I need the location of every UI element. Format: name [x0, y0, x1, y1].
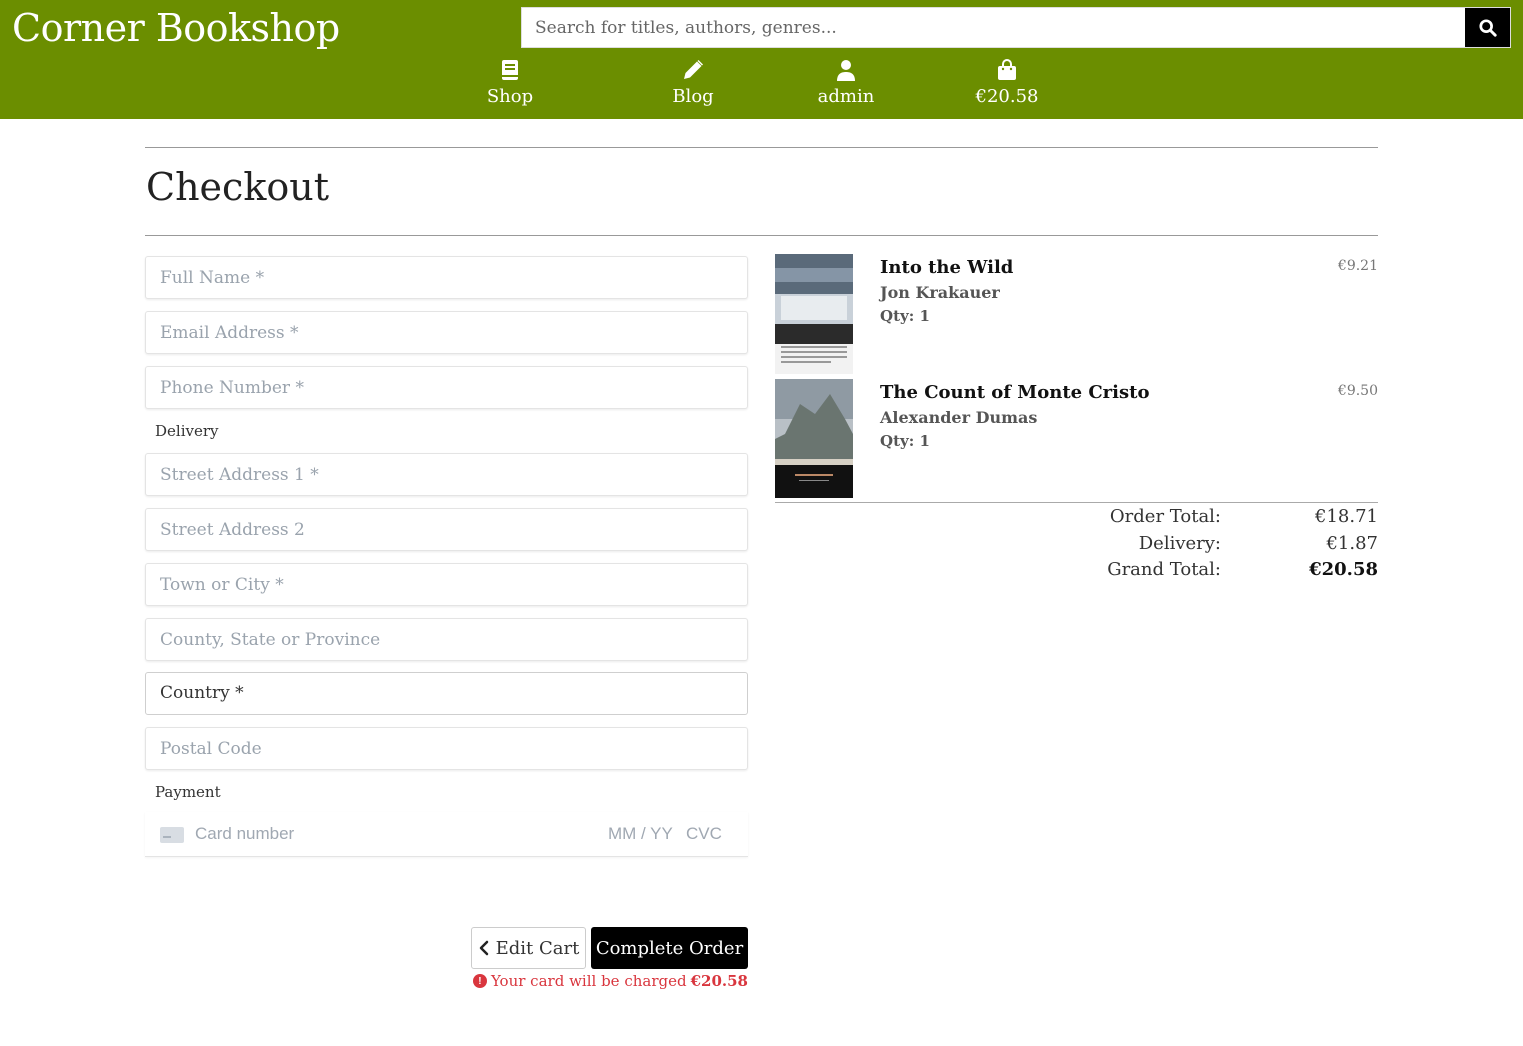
item-qty: Qty: 1	[880, 307, 930, 325]
country-select[interactable]: Country *	[145, 672, 748, 715]
item-qty: Qty: 1	[880, 432, 930, 450]
email-input[interactable]	[146, 312, 747, 353]
edit-cart-label: Edit Cart	[495, 937, 580, 959]
town-input[interactable]	[146, 564, 747, 605]
user-icon	[786, 58, 906, 84]
summary-divider	[775, 502, 1378, 503]
edit-cart-button[interactable]: Edit Cart	[471, 927, 586, 969]
book-cover-count-of-monte-cristo[interactable]	[775, 379, 853, 498]
charge-notice: ! Your card will be charged €20.58	[472, 972, 748, 990]
complete-order-button[interactable]: Complete Order	[591, 927, 748, 969]
book-icon	[450, 58, 570, 84]
pencil-icon	[633, 58, 753, 84]
search-button[interactable]	[1465, 8, 1510, 47]
page-title: Checkout	[146, 165, 329, 209]
charge-amount: €20.58	[690, 972, 748, 990]
nav-account-label: admin	[817, 86, 875, 107]
card-expiry-placeholder: MM / YY	[608, 824, 673, 843]
street2-field	[145, 508, 748, 551]
order-total-label: Order Total:	[1109, 506, 1221, 527]
street1-input[interactable]	[146, 454, 747, 495]
divider-top	[145, 147, 1378, 148]
chevron-left-icon	[479, 940, 488, 956]
nav-cart[interactable]: €20.58	[947, 58, 1067, 107]
item-author: Alexander Dumas	[880, 408, 1038, 427]
site-header: Corner Bookshop Shop Blog admin €20.5	[0, 0, 1523, 119]
search-input[interactable]	[522, 8, 1466, 47]
item-price: €9.50	[1337, 383, 1378, 399]
street2-input[interactable]	[146, 509, 747, 550]
grand-total-label: Grand Total:	[1107, 559, 1221, 580]
card-element[interactable]: Card number MM / YY CVC	[145, 812, 748, 857]
item-title: The Count of Monte Cristo	[880, 382, 1150, 403]
grand-total-value: €20.58	[1309, 559, 1378, 580]
county-field	[145, 618, 748, 661]
exclamation-icon: !	[472, 974, 487, 988]
county-input[interactable]	[146, 619, 747, 660]
search-icon	[1478, 18, 1497, 37]
postcode-input[interactable]	[146, 728, 747, 769]
payment-label: Payment	[155, 783, 221, 801]
charge-text: Your card will be charged	[490, 972, 687, 990]
postcode-field	[145, 727, 748, 770]
brand-logo[interactable]: Corner Bookshop	[12, 6, 340, 50]
book-cover-into-the-wild[interactable]	[775, 254, 853, 374]
nav-blog[interactable]: Blog	[633, 58, 753, 107]
complete-order-label: Complete Order	[595, 937, 744, 959]
item-title: Into the Wild	[880, 257, 1014, 278]
nav-shop[interactable]: Shop	[450, 58, 570, 107]
town-field	[145, 563, 748, 606]
nav-account[interactable]: admin	[786, 58, 906, 107]
full-name-field	[145, 256, 748, 299]
email-field	[145, 311, 748, 354]
nav-cart-total: €20.58	[975, 86, 1039, 107]
card-cvc-placeholder: CVC	[686, 824, 722, 843]
phone-input[interactable]	[146, 367, 747, 408]
shopping-bag-icon	[947, 58, 1067, 84]
order-total-value: €18.71	[1315, 506, 1378, 527]
delivery-label: Delivery	[155, 422, 219, 440]
phone-field	[145, 366, 748, 409]
country-select-value: Country *	[160, 683, 244, 703]
nav-shop-label: Shop	[486, 86, 534, 107]
street1-field	[145, 453, 748, 496]
item-price: €9.21	[1337, 258, 1378, 274]
card-number-placeholder: Card number	[195, 824, 295, 843]
item-author: Jon Krakauer	[880, 283, 1000, 302]
full-name-input[interactable]	[146, 257, 747, 298]
credit-card-icon	[160, 827, 184, 843]
divider-bottom	[145, 235, 1378, 236]
delivery-cost-value: €1.87	[1326, 533, 1378, 554]
delivery-cost-label: Delivery:	[1138, 533, 1221, 554]
nav-blog-label: Blog	[672, 86, 714, 107]
search-bar	[521, 7, 1511, 48]
